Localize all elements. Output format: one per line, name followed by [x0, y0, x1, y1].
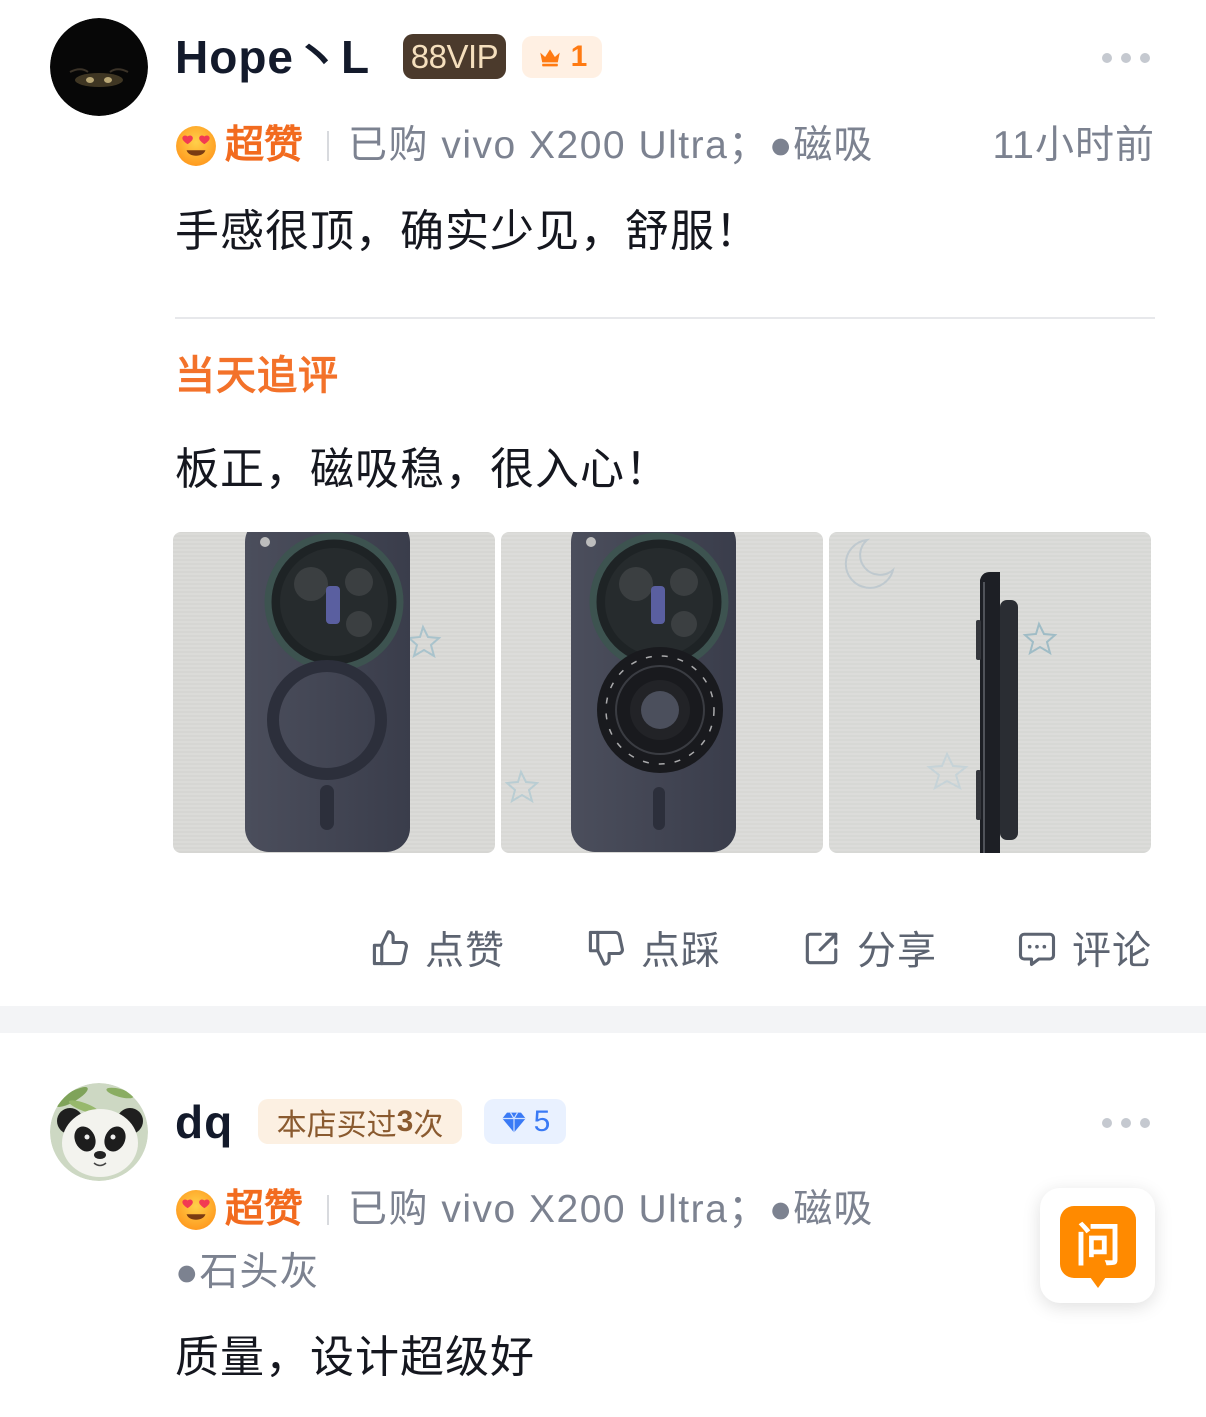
heart-eyes-icon [175, 125, 217, 167]
rating-row: 超赞 已购 vivo X200 Ultra； ●磁吸 [175, 121, 873, 171]
repeat-buyer-count: 3 [396, 1104, 414, 1138]
more-icon [1102, 53, 1150, 63]
diamond-icon [501, 1111, 526, 1132]
like-label: 点赞 [425, 930, 506, 973]
comment-icon [1018, 932, 1056, 967]
member-level-value: 5 [533, 1104, 551, 1138]
like-button[interactable]: 点赞 [368, 923, 505, 973]
username[interactable]: dq [175, 1094, 233, 1150]
review-time: 11小时前 [992, 124, 1155, 167]
divider-vertical [327, 1195, 330, 1225]
review-photo[interactable] [501, 532, 823, 853]
ask-button[interactable]: 问 [1040, 1188, 1155, 1303]
share-icon [805, 932, 838, 965]
share-label: 分享 [857, 930, 938, 973]
purchase-spec: ●磁吸 [768, 124, 874, 167]
repeat-buyer-badge: 本店买过 3 次 [258, 1099, 462, 1144]
rating-row: 超赞 已购 vivo X200 Ultra； ●磁吸 [175, 1185, 873, 1235]
review-text: 质量，设计超级好 [175, 1333, 535, 1382]
review-photo[interactable] [173, 532, 495, 853]
review-text: 手感很顶，确实少见，舒服！ [175, 207, 760, 256]
thumbs-up-icon [372, 930, 408, 966]
avatar[interactable] [50, 18, 148, 116]
level-badge: 1 [522, 36, 602, 78]
follow-up-label: 当天追评 [175, 354, 339, 398]
rating-label: 超赞 [225, 1188, 304, 1231]
ask-button-label: 问 [1075, 1219, 1121, 1271]
divider-vertical [327, 131, 330, 161]
rating-label: 超赞 [225, 124, 304, 167]
more-icon [1102, 1118, 1150, 1128]
crown-icon [539, 49, 560, 67]
dislike-label: 点踩 [641, 930, 722, 973]
member-level-badge: 5 [484, 1099, 566, 1144]
repeat-buyer-prefix: 本店买过 [276, 1108, 397, 1142]
share-button[interactable]: 分享 [800, 923, 937, 973]
comment-button[interactable]: 评论 [1015, 923, 1152, 973]
divider [175, 317, 1155, 319]
purchase-spec: ●石头灰 [175, 1251, 320, 1294]
purchase-info: 已购 vivo X200 Ultra； [348, 124, 769, 167]
purchase-info: 已购 vivo X200 Ultra； [348, 1188, 769, 1231]
review-photo[interactable] [829, 532, 1151, 853]
more-button[interactable] [1101, 1116, 1151, 1130]
section-separator [0, 1006, 1206, 1033]
dislike-button[interactable]: 点踩 [584, 923, 721, 973]
avatar[interactable] [50, 1083, 148, 1181]
comment-label: 评论 [1072, 930, 1153, 973]
repeat-buyer-suffix: 次 [413, 1108, 444, 1142]
thumbs-down-icon [588, 930, 624, 966]
more-button[interactable] [1101, 51, 1151, 65]
follow-up-text: 板正，磁吸稳，很入心！ [175, 445, 670, 494]
purchase-spec: ●磁吸 [768, 1188, 874, 1231]
heart-eyes-icon [175, 1189, 217, 1231]
level-badge-value: 1 [570, 40, 588, 73]
vip-badge: 88VIP [403, 34, 506, 79]
username[interactable]: Hope丶L [175, 29, 370, 85]
